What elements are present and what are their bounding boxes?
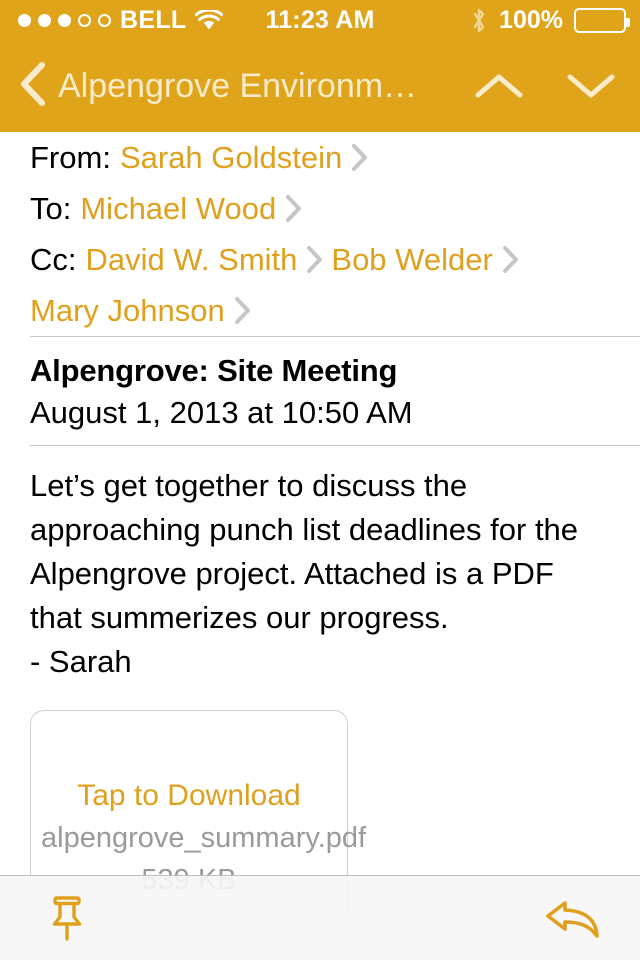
body-block: Let’s get together to discuss the approa… xyxy=(0,446,640,684)
attachment-download-label[interactable]: Tap to Download xyxy=(41,777,337,815)
to-label: To: xyxy=(30,190,72,226)
navigation-bar: Alpengrove Environm… xyxy=(0,40,640,132)
cc-row-line2: Mary Johnson xyxy=(0,285,640,336)
cc-label: Cc: xyxy=(30,241,77,277)
chevron-left-icon xyxy=(18,60,48,113)
status-bar-right: 100% xyxy=(470,0,630,40)
reply-arrow-icon xyxy=(546,901,599,938)
bottom-toolbar xyxy=(0,875,640,960)
chevron-right-icon[interactable] xyxy=(234,296,251,325)
cc-contact[interactable]: Mary Johnson xyxy=(30,293,225,329)
message-datetime: August 1, 2013 at 10:50 AM xyxy=(30,394,413,430)
cc-row-line1: Cc: David W. Smith Bob Welder xyxy=(0,234,640,285)
status-bar: BELL 11:23 AM 100% xyxy=(0,0,640,40)
battery-full-icon xyxy=(574,7,630,33)
cc-contact[interactable]: David W. Smith xyxy=(86,242,298,278)
from-label: From: xyxy=(30,139,111,175)
flag-button[interactable] xyxy=(30,881,104,955)
message-subject: Alpengrove: Site Meeting xyxy=(30,353,398,388)
previous-message-button[interactable] xyxy=(472,59,526,113)
cc-contact[interactable]: Bob Welder xyxy=(331,242,492,278)
message-body: Let’s get together to discuss the approa… xyxy=(30,467,579,679)
reply-button[interactable] xyxy=(536,881,610,955)
chevron-right-icon[interactable] xyxy=(502,245,519,274)
chevron-up-icon xyxy=(475,74,523,98)
chevron-down-icon xyxy=(567,74,615,98)
attachment-filename: alpengrove_summary.pdf xyxy=(41,822,367,855)
email-detail-screen: BELL 11:23 AM 100% Alpengrove Environm… … xyxy=(0,0,640,960)
page-title: Alpengrove Environm… xyxy=(58,66,418,105)
pushpin-icon xyxy=(52,896,82,941)
message-nav-buttons xyxy=(472,59,618,113)
from-row: From: Sarah Goldstein xyxy=(0,132,640,183)
back-button[interactable]: Alpengrove Environm… xyxy=(18,60,417,113)
from-contact[interactable]: Sarah Goldstein xyxy=(120,140,342,176)
next-message-button[interactable] xyxy=(564,59,618,113)
to-contact[interactable]: Michael Wood xyxy=(80,191,276,227)
subject-block: Alpengrove: Site Meeting August 1, 2013 … xyxy=(0,337,640,445)
chevron-right-icon[interactable] xyxy=(351,143,368,172)
to-row: To: Michael Wood xyxy=(0,183,640,234)
bluetooth-icon xyxy=(470,7,488,33)
battery-percent-label: 100% xyxy=(499,5,563,34)
chevron-right-icon[interactable] xyxy=(306,245,323,274)
message-header: From: Sarah Goldstein To: Michael Wood C… xyxy=(0,132,640,923)
chevron-right-icon[interactable] xyxy=(285,194,302,223)
